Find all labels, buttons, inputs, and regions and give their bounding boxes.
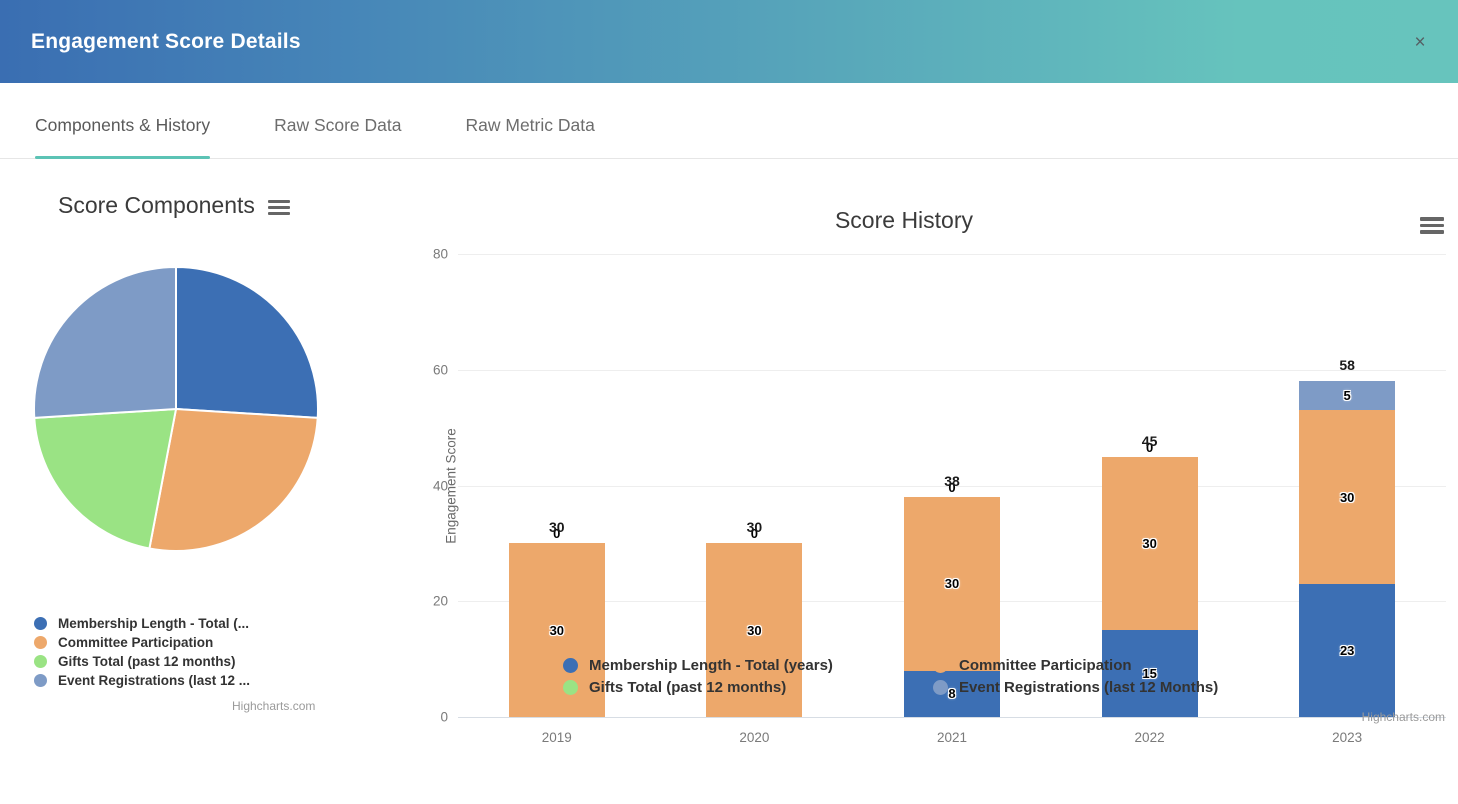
bar-segment[interactable]: 23 bbox=[1299, 584, 1395, 717]
legend-label: Committee Participation bbox=[58, 635, 213, 650]
close-icon[interactable]: × bbox=[1408, 30, 1432, 54]
bar-segment-value: 30 bbox=[945, 576, 959, 591]
pie-slice[interactable] bbox=[176, 267, 318, 418]
legend-swatch-events bbox=[34, 674, 47, 687]
pie-legend: Membership Length - Total (... Committee… bbox=[34, 614, 364, 690]
bar-group[interactable]: 0301545 bbox=[1102, 254, 1198, 717]
bar-total-label: 45 bbox=[1102, 433, 1198, 449]
x-axis-labels: 2019 2020 2021 2022 2023 bbox=[458, 717, 1446, 757]
bar-series-host: 030300303003083803015455302358 bbox=[458, 254, 1446, 717]
hamburger-icon[interactable] bbox=[268, 200, 290, 216]
bar-segment-value: 30 bbox=[747, 623, 761, 638]
hamburger-icon[interactable] bbox=[1420, 217, 1444, 234]
pie-slice[interactable] bbox=[34, 267, 176, 418]
legend-swatch-membership bbox=[34, 617, 47, 630]
legend-item[interactable]: Committee Participation bbox=[933, 656, 1283, 675]
legend-label: Gifts Total (past 12 months) bbox=[589, 679, 786, 696]
bar-segment-value: 5 bbox=[1344, 388, 1351, 403]
legend-item[interactable]: Committee Participation bbox=[34, 633, 364, 652]
bar-group[interactable]: 5 30 23 58 bbox=[1299, 254, 1395, 717]
pie-svg bbox=[31, 259, 321, 559]
score-components-chart: Score Components Membership Length - Tot… bbox=[0, 159, 390, 759]
x-axis-tick: 2023 bbox=[1299, 730, 1395, 745]
x-axis-tick: 2020 bbox=[706, 730, 802, 745]
legend-label: Gifts Total (past 12 months) bbox=[58, 654, 236, 669]
legend-swatch-gifts bbox=[563, 680, 578, 695]
bar-segment[interactable]: 30 bbox=[1299, 410, 1395, 584]
legend-label: Membership Length - Total (... bbox=[58, 616, 249, 631]
y-axis-tick: 80 bbox=[433, 247, 448, 262]
bar-total-label: 30 bbox=[509, 519, 605, 535]
bar-total-label: 30 bbox=[706, 519, 802, 535]
x-axis-tick: 2021 bbox=[904, 730, 1000, 745]
tab-components-history[interactable]: Components & History bbox=[35, 115, 210, 158]
legend-swatch-events bbox=[933, 680, 948, 695]
x-axis-tick: 2019 bbox=[509, 730, 605, 745]
bar-plot-area: Engagement Score 020406080 0303003030030… bbox=[458, 254, 1446, 717]
bar-segment-value: 30 bbox=[1340, 490, 1354, 505]
bar-segment-value: 23 bbox=[1340, 643, 1354, 658]
tab-raw-metric-data[interactable]: Raw Metric Data bbox=[466, 115, 595, 158]
legend-item[interactable]: Gifts Total (past 12 months) bbox=[34, 652, 364, 671]
y-axis-tick: 60 bbox=[433, 362, 448, 377]
bar-group[interactable]: 03030 bbox=[509, 254, 605, 717]
legend-label: Membership Length - Total (years) bbox=[589, 657, 833, 674]
legend-item[interactable]: Event Registrations (last 12 ... bbox=[34, 671, 364, 690]
page-title: Engagement Score Details bbox=[31, 30, 301, 54]
content-area: Score Components Membership Length - Tot… bbox=[0, 159, 1458, 804]
modal-header: Engagement Score Details × bbox=[0, 0, 1458, 83]
pie-slice[interactable] bbox=[149, 409, 317, 551]
bar-total-label: 58 bbox=[1299, 357, 1395, 373]
bar-segment[interactable]: 5 bbox=[1299, 381, 1395, 410]
x-axis-tick: 2022 bbox=[1102, 730, 1198, 745]
bar-total-label: 38 bbox=[904, 473, 1000, 489]
legend-label: Event Registrations (last 12 Months) bbox=[959, 679, 1218, 696]
y-axis-tick: 0 bbox=[440, 710, 448, 725]
tab-bar: Components & History Raw Score Data Raw … bbox=[0, 83, 1458, 159]
pie-chart-title: Score Components bbox=[58, 192, 255, 219]
highcharts-credit[interactable]: Highcharts.com bbox=[232, 699, 315, 713]
bar-group[interactable]: 030838 bbox=[904, 254, 1000, 717]
legend-label: Event Registrations (last 12 ... bbox=[58, 673, 250, 688]
pie-title-row: Score Components bbox=[58, 192, 390, 219]
legend-item[interactable]: Membership Length - Total (years) bbox=[563, 656, 933, 675]
score-history-chart: Score History Engagement Score 020406080… bbox=[385, 159, 1458, 759]
tab-raw-score-data[interactable]: Raw Score Data bbox=[274, 115, 401, 158]
legend-item[interactable]: Event Registrations (last 12 Months) bbox=[933, 678, 1283, 697]
legend-swatch-gifts bbox=[34, 655, 47, 668]
bar-segment-value: 30 bbox=[550, 623, 564, 638]
legend-item[interactable]: Gifts Total (past 12 months) bbox=[563, 678, 933, 697]
legend-swatch-committee bbox=[933, 658, 948, 673]
legend-swatch-membership bbox=[563, 658, 578, 673]
bar-legend: Membership Length - Total (years) Commit… bbox=[563, 656, 1283, 697]
bar-segment-value: 30 bbox=[1142, 536, 1156, 551]
highcharts-credit[interactable]: Highcharts.com bbox=[1362, 710, 1445, 724]
bar-group[interactable]: 03030 bbox=[706, 254, 802, 717]
bar-chart-title: Score History bbox=[385, 207, 1458, 234]
pie-graphic bbox=[31, 259, 321, 559]
legend-item[interactable]: Membership Length - Total (... bbox=[34, 614, 364, 633]
legend-label: Committee Participation bbox=[959, 657, 1132, 674]
bar-segment[interactable]: 30 bbox=[1102, 457, 1198, 631]
legend-swatch-committee bbox=[34, 636, 47, 649]
y-axis-tick: 20 bbox=[433, 594, 448, 609]
y-axis-tick: 40 bbox=[433, 478, 448, 493]
bar-segment[interactable]: 30 bbox=[904, 497, 1000, 671]
